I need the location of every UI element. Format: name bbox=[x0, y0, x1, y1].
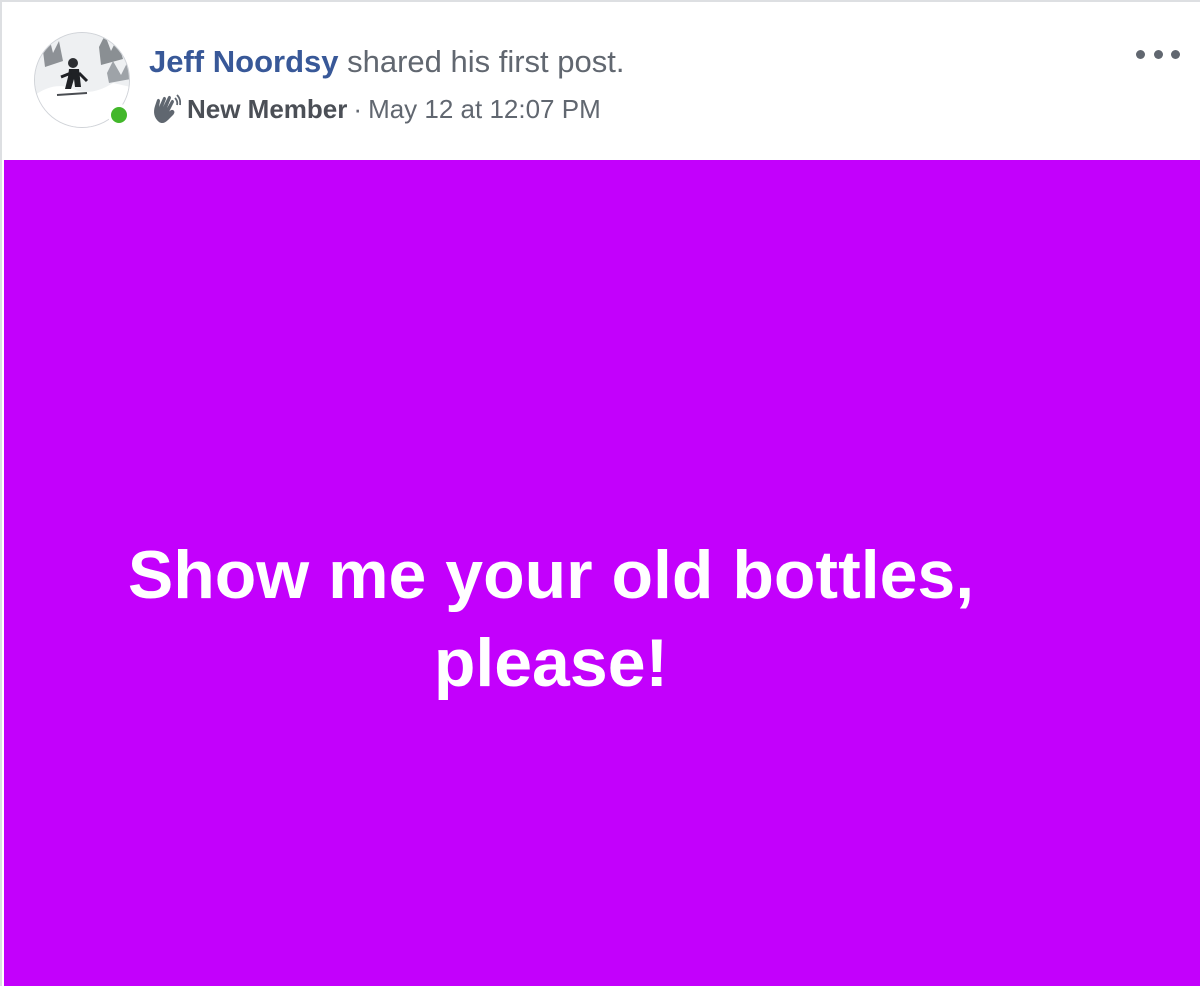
post-timestamp[interactable]: May 12 at 12:07 PM bbox=[368, 90, 601, 128]
post-card: Jeff Noordsy shared his first post. New … bbox=[0, 0, 1200, 986]
more-options-button[interactable] bbox=[1136, 42, 1180, 66]
waving-hand-icon bbox=[154, 94, 181, 124]
more-options-icon bbox=[1136, 49, 1145, 59]
post-header: Jeff Noordsy shared his first post. New … bbox=[2, 2, 1200, 158]
more-options-icon bbox=[1153, 49, 1163, 59]
new-member-badge[interactable]: New Member bbox=[187, 90, 347, 128]
post-headline: Jeff Noordsy shared his first post. bbox=[149, 42, 625, 82]
post-background-body[interactable]: Show me your old bottles, please! bbox=[4, 160, 1200, 986]
online-status-indicator bbox=[108, 104, 130, 126]
author-name-link[interactable]: Jeff Noordsy bbox=[149, 44, 338, 79]
more-options-icon bbox=[1171, 49, 1180, 59]
post-body-text: Show me your old bottles, please! bbox=[127, 537, 975, 701]
post-action-text: shared his first post. bbox=[338, 44, 625, 79]
post-meta: New Member · May 12 at 12:07 PM bbox=[149, 90, 601, 128]
meta-separator: · bbox=[353, 94, 363, 124]
